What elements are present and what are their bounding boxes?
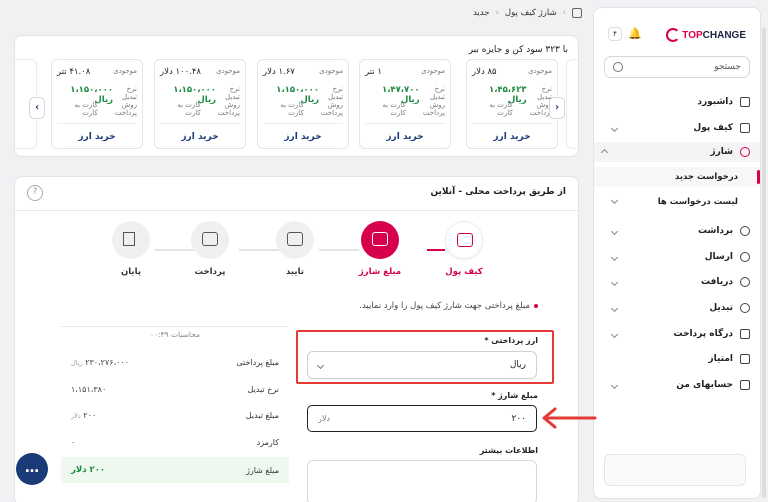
step-charge-amount: مبلغ شارژ: [359, 221, 401, 277]
buy-currency-button[interactable]: خرید ارز: [258, 132, 348, 142]
chevron-up-icon: [600, 148, 609, 156]
chevron-down-icon: [610, 304, 619, 312]
step-connector: [155, 249, 195, 251]
promo-card[interactable]: موجودی ۱.۶۷ دلار نرخ تبدیل ۱،۱۵۰،۰۰۰ ریال …: [257, 59, 349, 149]
slider-next-arrow-icon[interactable]: ›: [549, 97, 565, 119]
promo-card[interactable]: موجودی ۱ تتر نرخ تبدیل ۱،۴۷،۷۰۰ ریال روش پ…: [359, 59, 451, 149]
red-arrow-icon: [542, 407, 597, 429]
calc-row: نرخ تبدیل ۱،۱۵۱،۳۸۰: [71, 384, 279, 394]
bell-icon[interactable]: 🔔: [628, 27, 642, 41]
step-connector: [319, 249, 359, 251]
chevron-down-icon: [610, 253, 619, 261]
chat-bubble-icon[interactable]: …: [16, 453, 48, 485]
sidebar-item-charge[interactable]: شارژ: [594, 142, 760, 162]
currency-select[interactable]: ریال: [307, 351, 537, 379]
step-wallet: کیف پول: [444, 221, 484, 277]
sidebar-item-withdraw[interactable]: برداشت: [604, 221, 750, 241]
promo-card[interactable]: موجودی ۴۱.۰۸ تتر نرخ تبدیل ۱،۱۵۰،۰۰۰ ریال …: [51, 59, 143, 149]
search-input[interactable]: جستجو: [604, 56, 750, 78]
chevron-down-icon: [610, 278, 619, 286]
calculations-table: محاسبات ۰۰:۳۹ مبلغ پرداختی ۲۳۰،۲۷۶،۰۰۰ ری…: [61, 326, 289, 502]
calc-row: مبلغ تبدیل ۲۰۰ دلار: [71, 410, 279, 420]
points-icon: [740, 354, 750, 364]
sidebar: TOPCHANGE 🔔 ۴ جستجو داشبورد کیف پول شارژ…: [593, 7, 761, 499]
clipboard-check-icon: [287, 232, 303, 246]
sidebar-sub-new-request[interactable]: درخواست جدید: [594, 167, 760, 187]
calc-row: مبلغ پرداختی ۲۳۰،۲۷۶،۰۰۰ ریال: [71, 357, 279, 367]
promo-slider: با ۳۲۳ سود کن و جایزه ببر موجودی ۸۵ دلار …: [14, 35, 579, 157]
calc-row: کارمزد ۰: [71, 437, 279, 447]
logo-suffix: CHANGE: [702, 29, 746, 41]
sidebar-item-exchange[interactable]: تبدیل: [604, 298, 750, 318]
scrollbar[interactable]: [762, 28, 766, 498]
calc-header: محاسبات ۰۰:۳۹: [149, 330, 201, 339]
promo-card-partial[interactable]: [566, 59, 578, 149]
amount-field[interactable]: ۲۰۰ دلار: [307, 405, 537, 432]
chevron-down-icon: [316, 361, 325, 369]
currency-label: ارز پرداختی *: [484, 336, 538, 345]
buy-currency-button[interactable]: خرید ارز: [155, 132, 245, 142]
logo-prefix: TOP: [682, 29, 703, 41]
sidebar-item-wallet[interactable]: کیف پول: [604, 118, 750, 138]
buy-currency-button[interactable]: خرید ارز: [360, 132, 450, 142]
sidebar-item-accounts[interactable]: حسابهای من: [604, 375, 750, 395]
promo-title: با ۳۲۳ سود کن و جایزه ببر: [468, 45, 568, 55]
search-placeholder: جستجو: [714, 62, 741, 72]
receive-icon: [740, 277, 750, 287]
plus-circle-icon: [740, 147, 750, 157]
sidebar-item-dashboard[interactable]: داشبورد: [604, 92, 750, 112]
sidebar-item-gateway[interactable]: درگاه پرداخت: [604, 324, 750, 344]
instruction-text: مبلغ پرداختی جهت شارژ کیف پول را وارد نم…: [359, 301, 538, 311]
step-confirm: تایید: [275, 221, 315, 277]
step-connector: [239, 249, 279, 251]
buy-currency-button[interactable]: خرید ارز: [52, 132, 142, 142]
chevron-down-icon: [610, 196, 619, 205]
notification-count[interactable]: ۴: [608, 27, 622, 41]
promo-card[interactable]: موجودی ۱۰۰.۴۸ دلار نرخ تبدیل ۱،۱۵۰،۰۰۰ ریا…: [154, 59, 246, 149]
exchange-icon: [740, 303, 750, 313]
sidebar-sub-request-list[interactable]: لیست درخواست ها: [594, 192, 760, 212]
step-finish: پایان: [111, 221, 151, 277]
minus-circle-icon: [740, 226, 750, 236]
extra-info-label: اطلاعات بیشتر: [479, 446, 538, 455]
dashboard-icon: [740, 97, 750, 107]
page-title: از طریق پرداخت محلی - آنلاین: [430, 187, 566, 197]
amount-label: مبلغ شارژ *: [491, 391, 538, 400]
breadcrumb-item[interactable]: شارژ کیف پول: [505, 8, 557, 18]
charge-form-panel: از طریق پرداخت محلی - آنلاین ? کیف پول م…: [14, 176, 597, 502]
sidebar-bottom-card: [604, 454, 746, 486]
wallet-icon: [740, 123, 750, 133]
gateway-icon: [740, 329, 750, 339]
buy-currency-button[interactable]: خرید ارز: [467, 132, 557, 142]
breadcrumb: › شارژ کیف پول › جدید: [473, 8, 582, 18]
bank-icon: [740, 380, 750, 390]
step-payment: پرداخت: [190, 221, 230, 277]
search-icon: [613, 62, 623, 72]
logo-mark-icon: [666, 28, 681, 42]
calc-row-total: مبلغ شارژ ۲۰۰ دلار: [61, 457, 289, 483]
chevron-down-icon: [610, 124, 619, 132]
cash-icon: [202, 232, 218, 246]
chevron-down-icon: [610, 330, 619, 338]
sidebar-item-receive[interactable]: دریافت: [604, 272, 750, 292]
send-icon: [740, 252, 750, 262]
flag-icon: [123, 232, 135, 246]
sidebar-item-points[interactable]: امتیاز: [604, 349, 750, 369]
home-icon[interactable]: [572, 8, 582, 18]
promo-card[interactable]: موجودی ۸۵ دلار نرخ تبدیل ۱،۴۵،۶۲۳ ریال روش…: [466, 59, 558, 149]
wallet-icon: [457, 233, 473, 247]
invoice-icon: [372, 232, 388, 246]
sidebar-item-send[interactable]: ارسال: [604, 247, 750, 267]
extra-info-textarea[interactable]: [307, 460, 537, 502]
help-icon[interactable]: ?: [27, 185, 43, 201]
chevron-down-icon: [610, 381, 619, 389]
step-connector: [427, 249, 445, 251]
logo[interactable]: TOPCHANGE: [666, 28, 746, 42]
breadcrumb-item-current: جدید: [472, 8, 490, 18]
slider-prev-arrow-icon[interactable]: ‹: [29, 97, 45, 119]
chevron-down-icon: [610, 227, 619, 235]
